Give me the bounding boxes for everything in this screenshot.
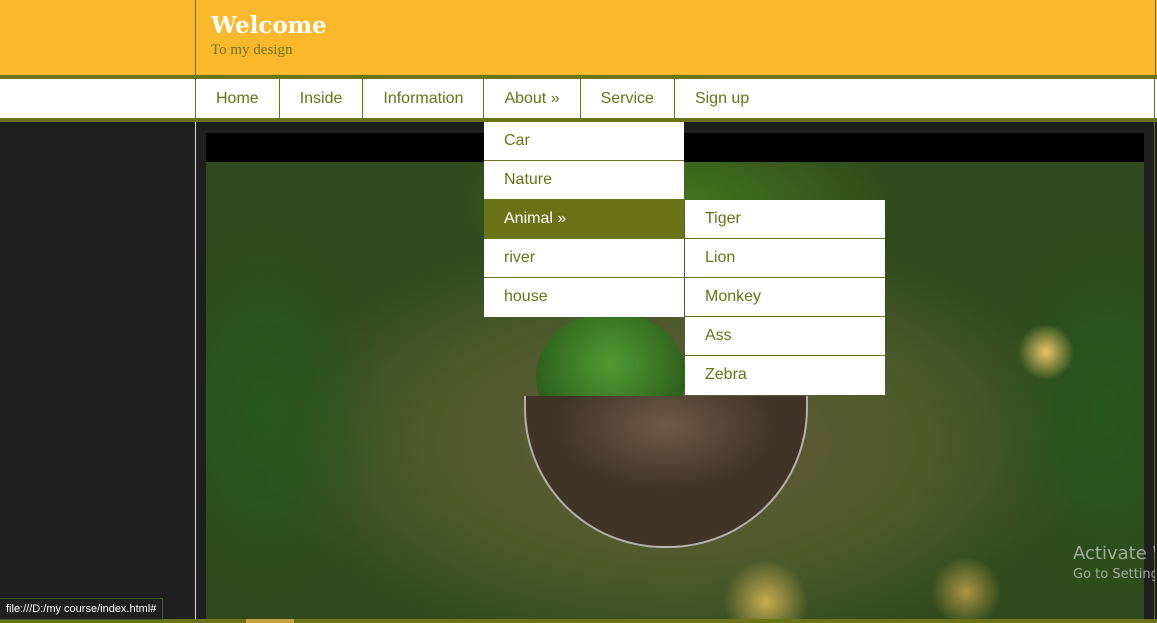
menu-item-monkey[interactable]: Monkey — [685, 278, 885, 317]
animal-submenu: Tiger Lion Monkey Ass Zebra — [685, 200, 885, 395]
nav-right-divider — [1154, 79, 1155, 118]
header-right-divider — [1155, 0, 1156, 75]
menu-item-car[interactable]: Car — [484, 122, 684, 161]
menu-item-tiger[interactable]: Tiger — [685, 200, 885, 239]
menu-item-nature[interactable]: Nature — [484, 161, 684, 200]
menu-item-zebra[interactable]: Zebra — [685, 356, 885, 395]
nav-item-sign-up[interactable]: Sign up — [675, 79, 769, 118]
header-divider — [195, 0, 196, 75]
site-subtitle: To my design — [211, 42, 293, 58]
menu-item-river[interactable]: river — [484, 239, 684, 278]
nav-item-about[interactable]: About » — [484, 79, 581, 118]
main-nav: Home Inside Information About » Service … — [0, 79, 1157, 118]
bottom-border — [0, 619, 1157, 623]
bottom-accent — [246, 619, 294, 623]
nav-item-information[interactable]: Information — [363, 79, 485, 118]
glass-globe-image — [524, 396, 808, 548]
nav-item-inside[interactable]: Inside — [280, 79, 364, 118]
activate-windows-title: Activate W — [1073, 543, 1157, 564]
menu-item-lion[interactable]: Lion — [685, 239, 885, 278]
sidebar — [0, 122, 195, 623]
menu-item-animal[interactable]: Animal » — [484, 200, 684, 239]
site-title: Welcome — [211, 12, 327, 39]
status-bar-url: file:///D:/my course/index.html# — [0, 598, 164, 620]
nav-item-service[interactable]: Service — [581, 79, 675, 118]
activate-windows-subtitle: Go to Setting — [1073, 567, 1157, 582]
nav-items: Home Inside Information About » Service … — [196, 79, 769, 118]
menu-item-house[interactable]: house — [484, 278, 684, 317]
nav-left-spacer — [0, 79, 196, 118]
nav-item-home[interactable]: Home — [196, 79, 280, 118]
site-header: Welcome To my design — [0, 0, 1157, 75]
about-dropdown: Car Nature Animal » river house — [484, 122, 684, 317]
menu-item-ass[interactable]: Ass — [685, 317, 885, 356]
